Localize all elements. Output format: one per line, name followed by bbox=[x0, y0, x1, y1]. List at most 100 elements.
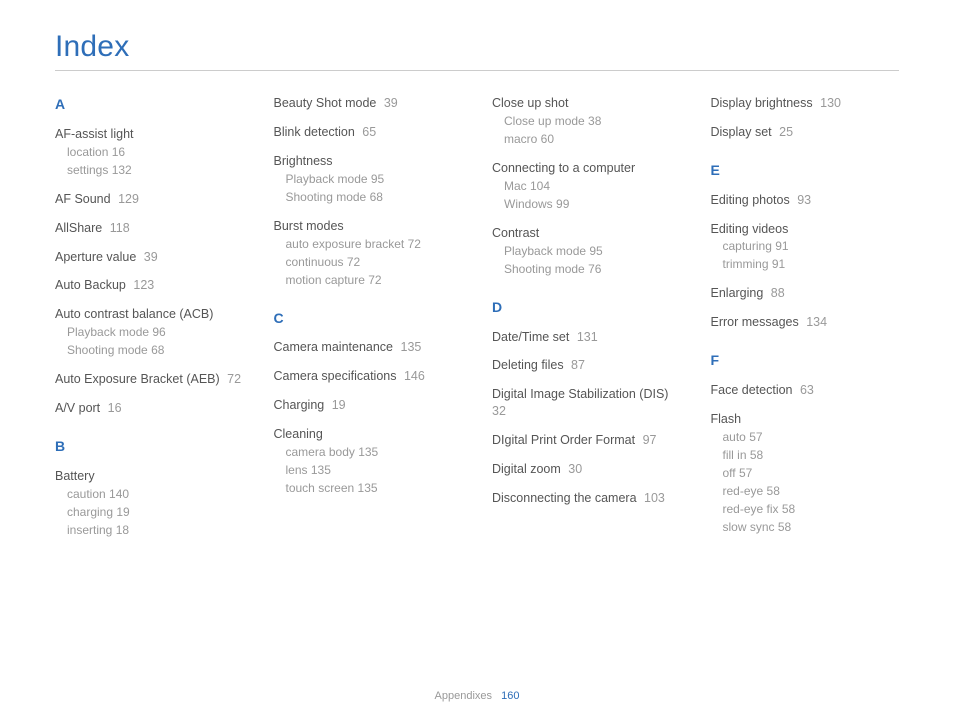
subitem-label: lens bbox=[286, 463, 308, 477]
entry-label: Battery bbox=[55, 468, 244, 485]
entry-label: Face detection bbox=[711, 383, 793, 397]
entry-page: 93 bbox=[794, 193, 811, 207]
subitem-label: red-eye fix bbox=[723, 502, 779, 516]
entry-page: 63 bbox=[797, 383, 814, 397]
subitem-page: 96 bbox=[149, 325, 166, 339]
entry-label: Auto Backup bbox=[55, 278, 126, 292]
entry-label: Digital zoom bbox=[492, 462, 561, 476]
subitem-page: 58 bbox=[747, 448, 764, 462]
entry-page: 72 bbox=[224, 372, 241, 386]
entry-subitem: touch screen 135 bbox=[286, 479, 463, 497]
index-entry-group: Burst modesauto exposure bracket 72conti… bbox=[274, 218, 463, 289]
index-entry: Auto Exposure Bracket (AEB) 72 bbox=[55, 371, 244, 388]
entry-subitem: location 16 bbox=[67, 143, 244, 161]
index-column: Close up shotClose up mode 38macro 60 Con… bbox=[492, 95, 681, 551]
subitem-page: 58 bbox=[779, 502, 796, 516]
entry-label: Camera specifications bbox=[274, 369, 397, 383]
entry-subitem: settings 132 bbox=[67, 161, 244, 179]
subitem-page: 135 bbox=[354, 481, 377, 495]
entry-label: AF Sound bbox=[55, 192, 111, 206]
entry-subitem: motion capture 72 bbox=[286, 271, 463, 289]
entry-subitem: red-eye 58 bbox=[723, 482, 900, 500]
index-columns: AAF-assist lightlocation 16settings 132A… bbox=[55, 95, 899, 551]
entry-page: 87 bbox=[568, 358, 585, 372]
subitem-page: 72 bbox=[404, 237, 421, 251]
index-entry: A/V port 16 bbox=[55, 400, 244, 417]
entry-subitem: Mac 104 bbox=[504, 177, 681, 195]
entry-subitem: auto exposure bracket 72 bbox=[286, 235, 463, 253]
subitem-page: 57 bbox=[746, 430, 763, 444]
index-entry: Beauty Shot mode 39 bbox=[274, 95, 463, 112]
index-column: AAF-assist lightlocation 16settings 132A… bbox=[55, 95, 244, 551]
entry-label: Aperture value bbox=[55, 250, 136, 264]
section-letter: A bbox=[55, 95, 244, 114]
subitem-label: auto exposure bracket bbox=[286, 237, 405, 251]
subitem-page: 91 bbox=[769, 257, 786, 271]
entry-subitem: inserting 18 bbox=[67, 521, 244, 539]
subitem-page: 58 bbox=[775, 520, 792, 534]
index-entry-group: Batterycaution 140charging 19inserting 1… bbox=[55, 468, 244, 539]
subitem-page: 72 bbox=[365, 273, 382, 287]
entry-subitem: Playback mode 95 bbox=[504, 242, 681, 260]
subitem-page: 68 bbox=[148, 343, 165, 357]
entry-subitem: charging 19 bbox=[67, 503, 244, 521]
entry-subitem: Playback mode 96 bbox=[67, 323, 244, 341]
index-entry: Disconnecting the camera 103 bbox=[492, 490, 681, 507]
subitem-label: auto bbox=[723, 430, 746, 444]
entry-subitem: fill in 58 bbox=[723, 446, 900, 464]
entry-page: 131 bbox=[573, 330, 597, 344]
subitem-label: charging bbox=[67, 505, 113, 519]
index-entry-group: ContrastPlayback mode 95Shooting mode 76 bbox=[492, 225, 681, 278]
entry-label: Contrast bbox=[492, 225, 681, 242]
index-entry-group: BrightnessPlayback mode 95Shooting mode … bbox=[274, 153, 463, 206]
section-letter: D bbox=[492, 298, 681, 317]
entry-page: 135 bbox=[397, 340, 421, 354]
entry-page: 32 bbox=[492, 404, 506, 418]
subitem-page: 57 bbox=[736, 466, 753, 480]
index-entry: AF Sound 129 bbox=[55, 191, 244, 208]
subitem-label: Playback mode bbox=[286, 172, 368, 186]
entry-page: 129 bbox=[115, 192, 139, 206]
entry-page: 103 bbox=[641, 491, 665, 505]
entry-page: 97 bbox=[639, 433, 656, 447]
index-entry: Display brightness 130 bbox=[711, 95, 900, 112]
subitem-label: settings bbox=[67, 163, 108, 177]
entry-label: Deleting files bbox=[492, 358, 564, 372]
entry-label: Cleaning bbox=[274, 426, 463, 443]
subitem-label: inserting bbox=[67, 523, 112, 537]
entry-label: Charging bbox=[274, 398, 325, 412]
entry-page: 16 bbox=[104, 401, 121, 415]
page-title: Index bbox=[55, 30, 899, 64]
entry-label: Brightness bbox=[274, 153, 463, 170]
subitem-page: 140 bbox=[106, 487, 129, 501]
entry-subitem: camera body 135 bbox=[286, 443, 463, 461]
entry-page: 30 bbox=[565, 462, 582, 476]
section-letter: E bbox=[711, 161, 900, 180]
index-entry: Digital zoom 30 bbox=[492, 461, 681, 478]
entry-subitem: macro 60 bbox=[504, 130, 681, 148]
entry-label: Flash bbox=[711, 411, 900, 428]
entry-label: Connecting to a computer bbox=[492, 160, 681, 177]
index-entry: Face detection 63 bbox=[711, 382, 900, 399]
index-entry-group: Cleaningcamera body 135lens 135touch scr… bbox=[274, 426, 463, 497]
entry-label: Editing videos bbox=[711, 221, 900, 238]
entry-label: DIgital Print Order Format bbox=[492, 433, 635, 447]
subitem-label: off bbox=[723, 466, 736, 480]
subitem-page: 135 bbox=[355, 445, 378, 459]
entry-page: 19 bbox=[328, 398, 345, 412]
subitem-page: 19 bbox=[113, 505, 130, 519]
entry-subitem: continuous 72 bbox=[286, 253, 463, 271]
subitem-page: 72 bbox=[344, 255, 361, 269]
index-entry-group: Editing videoscapturing 91trimming 91 bbox=[711, 221, 900, 274]
subitem-label: capturing bbox=[723, 239, 772, 253]
entry-page: 123 bbox=[130, 278, 154, 292]
entry-label: Date/Time set bbox=[492, 330, 569, 344]
subitem-label: fill in bbox=[723, 448, 747, 462]
entry-label: Digital Image Stabilization (DIS) bbox=[492, 387, 668, 401]
entry-subitem: Close up mode 38 bbox=[504, 112, 681, 130]
subitem-label: Close up mode bbox=[504, 114, 585, 128]
subitem-label: Mac bbox=[504, 179, 527, 193]
subitem-label: location bbox=[67, 145, 108, 159]
subitem-label: touch screen bbox=[286, 481, 355, 495]
index-entry-group: Close up shotClose up mode 38macro 60 bbox=[492, 95, 681, 148]
